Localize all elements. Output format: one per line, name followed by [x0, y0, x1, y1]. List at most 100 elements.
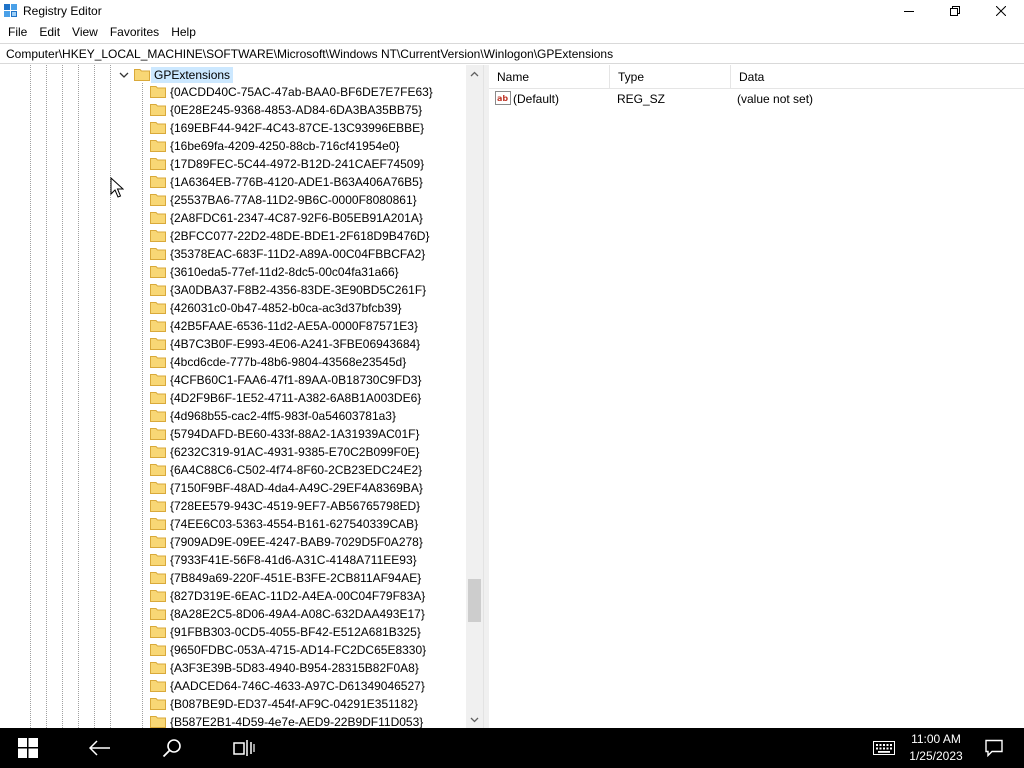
folder-icon — [150, 194, 166, 206]
tree-node-subkey[interactable]: {2A8FDC61-2347-4C87-92F6-B05EB91A201A} — [0, 209, 468, 227]
address-path[interactable]: Computer\HKEY_LOCAL_MACHINE\SOFTWARE\Mic… — [6, 47, 613, 61]
folder-icon — [150, 518, 166, 530]
tree-node-subkey[interactable]: {7933F41E-56F8-41d6-A31C-4148A711EE93} — [0, 551, 468, 569]
tree-node-subkey[interactable]: {6A4C88C6-C502-4f74-8F60-2CB23EDC24E2} — [0, 461, 468, 479]
minimize-button[interactable] — [886, 0, 932, 22]
tree-node-label: {6232C319-91AC-4931-9385-E70C2B099F0E} — [170, 445, 420, 459]
tree-node-subkey[interactable]: {4B7C3B0F-E993-4E06-A241-3FBE06943684} — [0, 335, 468, 353]
column-header-data[interactable]: Data — [731, 65, 1024, 89]
tree-node-subkey[interactable]: {2BFCC077-22D2-48DE-BDE1-2F618D9B476D} — [0, 227, 468, 245]
mouse-cursor-icon — [110, 177, 124, 198]
list-header: Name Type Data — [489, 65, 1024, 89]
tree-node-subkey[interactable]: {7B849a69-220F-451E-B3FE-2CB811AF94AE} — [0, 569, 468, 587]
tree-node-subkey[interactable]: {3A0DBA37-F8B2-4356-83DE-3E90BD5C261F} — [0, 281, 468, 299]
tree-node-subkey[interactable]: {A3F3E39B-5D83-4940-B954-28315B82F0A8} — [0, 659, 468, 677]
tree-node-gpextensions[interactable]: GPExtensions — [151, 67, 234, 83]
menu-view[interactable]: View — [66, 22, 104, 43]
svg-text:ab: ab — [497, 94, 508, 103]
registry-editor-icon — [4, 4, 17, 17]
value-type: REG_SZ — [617, 92, 666, 106]
tree-node-label: {A3F3E39B-5D83-4940-B954-28315B82F0A8} — [170, 661, 419, 675]
tree-node-subkey[interactable]: {B087BE9D-ED37-454f-AF9C-04291E351182} — [0, 695, 468, 713]
tree-node-subkey[interactable]: {728EE579-943C-4519-9EF7-AB56765798ED} — [0, 497, 468, 515]
string-value-icon: ab — [495, 91, 511, 105]
tree-node-subkey[interactable]: {426031c0-0b47-4852-b0ca-ac3d37bfcb39} — [0, 299, 468, 317]
folder-icon — [150, 410, 166, 422]
tree-node-subkey[interactable]: {9650FDBC-053A-4715-AD14-FC2DC65E8330} — [0, 641, 468, 659]
tree-node-subkey[interactable]: {4D2F9B6F-1E52-4711-A382-6A8B1A003DE6} — [0, 389, 468, 407]
chevron-down-icon[interactable] — [118, 69, 130, 81]
tree-node-subkey[interactable]: {4d968b55-cac2-4ff5-983f-0a54603781a3} — [0, 407, 468, 425]
tree-node-subkey[interactable]: {B587E2B1-4D59-4e7e-AED9-22B9DF11D053} — [0, 713, 468, 728]
scroll-up-button[interactable] — [466, 65, 483, 82]
tree-node-subkey[interactable]: {1A6364EB-776B-4120-ADE1-B63A406A76B5} — [0, 173, 468, 191]
folder-icon — [150, 284, 166, 296]
tree-node-subkey[interactable]: {0ACDD40C-75AC-47ab-BAA0-BF6DE7E7FE63} — [0, 83, 468, 101]
menu-help[interactable]: Help — [165, 22, 202, 43]
tree-node-subkey[interactable]: {AADCED64-746C-4633-A97C-D61349046527} — [0, 677, 468, 695]
tree-node-subkey[interactable]: {91FBB303-0CD5-4055-BF42-E512A681B325} — [0, 623, 468, 641]
folder-icon — [150, 230, 166, 242]
tree-node-subkey[interactable]: {4CFB60C1-FAA6-47f1-89AA-0B18730C9FD3} — [0, 371, 468, 389]
folder-icon — [150, 572, 166, 584]
tree-node-subkey[interactable]: {4bcd6cde-777b-48b6-9804-43568e23545d} — [0, 353, 468, 371]
tree-node-subkey[interactable]: {7909AD9E-09EE-4247-BAB9-7029D5F0A278} — [0, 533, 468, 551]
tree-node-label: {4B7C3B0F-E993-4E06-A241-3FBE06943684} — [170, 337, 421, 351]
tree-node-subkey[interactable]: {8A28E2C5-8D06-49A4-A08C-632DAA493E17} — [0, 605, 468, 623]
maximize-button[interactable] — [932, 0, 978, 22]
taskbar-clock[interactable]: 11:00 AM 1/25/2023 — [905, 731, 967, 765]
column-header-name[interactable]: Name — [489, 65, 610, 89]
back-icon — [89, 740, 110, 756]
tree-node-subkey[interactable]: {6232C319-91AC-4931-9385-E70C2B099F0E} — [0, 443, 468, 461]
folder-icon — [150, 536, 166, 548]
tree-node-subkey[interactable]: {42B5FAAE-6536-11d2-AE5A-0000F87571E3} — [0, 317, 468, 335]
tree-vertical-scrollbar[interactable] — [466, 65, 483, 728]
values-list-pane[interactable]: Name Type Data ab (Default) REG_SZ (valu… — [489, 65, 1024, 728]
tree-node-label: {4CFB60C1-FAA6-47f1-89AA-0B18730C9FD3} — [170, 373, 422, 387]
touch-keyboard-button[interactable] — [862, 728, 906, 768]
task-view-button[interactable] — [224, 728, 264, 768]
folder-icon — [150, 428, 166, 440]
search-button[interactable] — [152, 728, 192, 768]
tree-node-subkey[interactable]: {16be69fa-4209-4250-88cb-716cf41954e0} — [0, 137, 468, 155]
tree-node-label: {74EE6C03-5363-4554-B161-627540339CAB} — [170, 517, 419, 531]
folder-icon — [150, 644, 166, 656]
tree-node-subkey[interactable]: {5794DAFD-BE60-433f-88A2-1A31939AC01F} — [0, 425, 468, 443]
scroll-down-button[interactable] — [466, 711, 483, 728]
tree-node-label: {1A6364EB-776B-4120-ADE1-B63A406A76B5} — [170, 175, 423, 189]
folder-icon — [150, 482, 166, 494]
start-button[interactable] — [8, 728, 48, 768]
tree-node-subkey[interactable]: {169EBF44-942F-4C43-87CE-13C93996EBBE} — [0, 119, 468, 137]
column-header-type[interactable]: Type — [610, 65, 731, 89]
value-row-default[interactable]: ab (Default) REG_SZ (value not set) — [489, 90, 1024, 108]
key-tree-pane[interactable]: GPExtensions {0ACDD40C-75AC-47ab-BAA0-BF… — [0, 65, 484, 728]
folder-icon — [150, 248, 166, 260]
close-button[interactable] — [978, 0, 1024, 22]
menu-edit[interactable]: Edit — [33, 22, 66, 43]
value-name: (Default) — [513, 92, 560, 106]
address-bar[interactable]: Computer\HKEY_LOCAL_MACHINE\SOFTWARE\Mic… — [0, 43, 1024, 64]
tree-node-subkey[interactable]: {35378EAC-683F-11D2-A89A-00C04FBBCFA2} — [0, 245, 468, 263]
task-view-icon — [233, 740, 255, 756]
tree-node-subkey[interactable]: {7150F9BF-48AD-4da4-A49C-29EF4A8369BA} — [0, 479, 468, 497]
scroll-thumb[interactable] — [468, 579, 481, 622]
tree-node-subkey[interactable]: {25537BA6-77A8-11D2-9B6C-0000F8080861} — [0, 191, 468, 209]
notification-icon — [985, 739, 1003, 757]
title-bar: Registry Editor — [0, 0, 1024, 22]
action-center-button[interactable] — [974, 728, 1014, 768]
tree-node-subkey[interactable]: {0E28E245-9368-4853-AD84-6DA3BA35BB75} — [0, 101, 468, 119]
menu-file[interactable]: File — [2, 22, 33, 43]
folder-icon — [150, 356, 166, 368]
menu-favorites[interactable]: Favorites — [104, 22, 165, 43]
tree-node-subkey[interactable]: {74EE6C03-5363-4554-B161-627540339CAB} — [0, 515, 468, 533]
tree-node-subkey[interactable]: {827D319E-6EAC-11D2-A4EA-00C04F79F83A} — [0, 587, 468, 605]
tree-node-subkey[interactable]: {17D89FEC-5C44-4972-B12D-241CAEF74509} — [0, 155, 468, 173]
folder-icon — [150, 716, 166, 728]
tree-node-label: {827D319E-6EAC-11D2-A4EA-00C04F79F83A} — [170, 589, 426, 603]
back-button[interactable] — [80, 728, 120, 768]
tree-node-subkey[interactable]: {3610eda5-77ef-11d2-8dc5-00c04fa31a66} — [0, 263, 468, 281]
chevron-up-icon — [470, 71, 479, 76]
folder-icon — [150, 266, 166, 278]
chevron-down-icon — [470, 717, 479, 722]
folder-icon — [150, 140, 166, 152]
